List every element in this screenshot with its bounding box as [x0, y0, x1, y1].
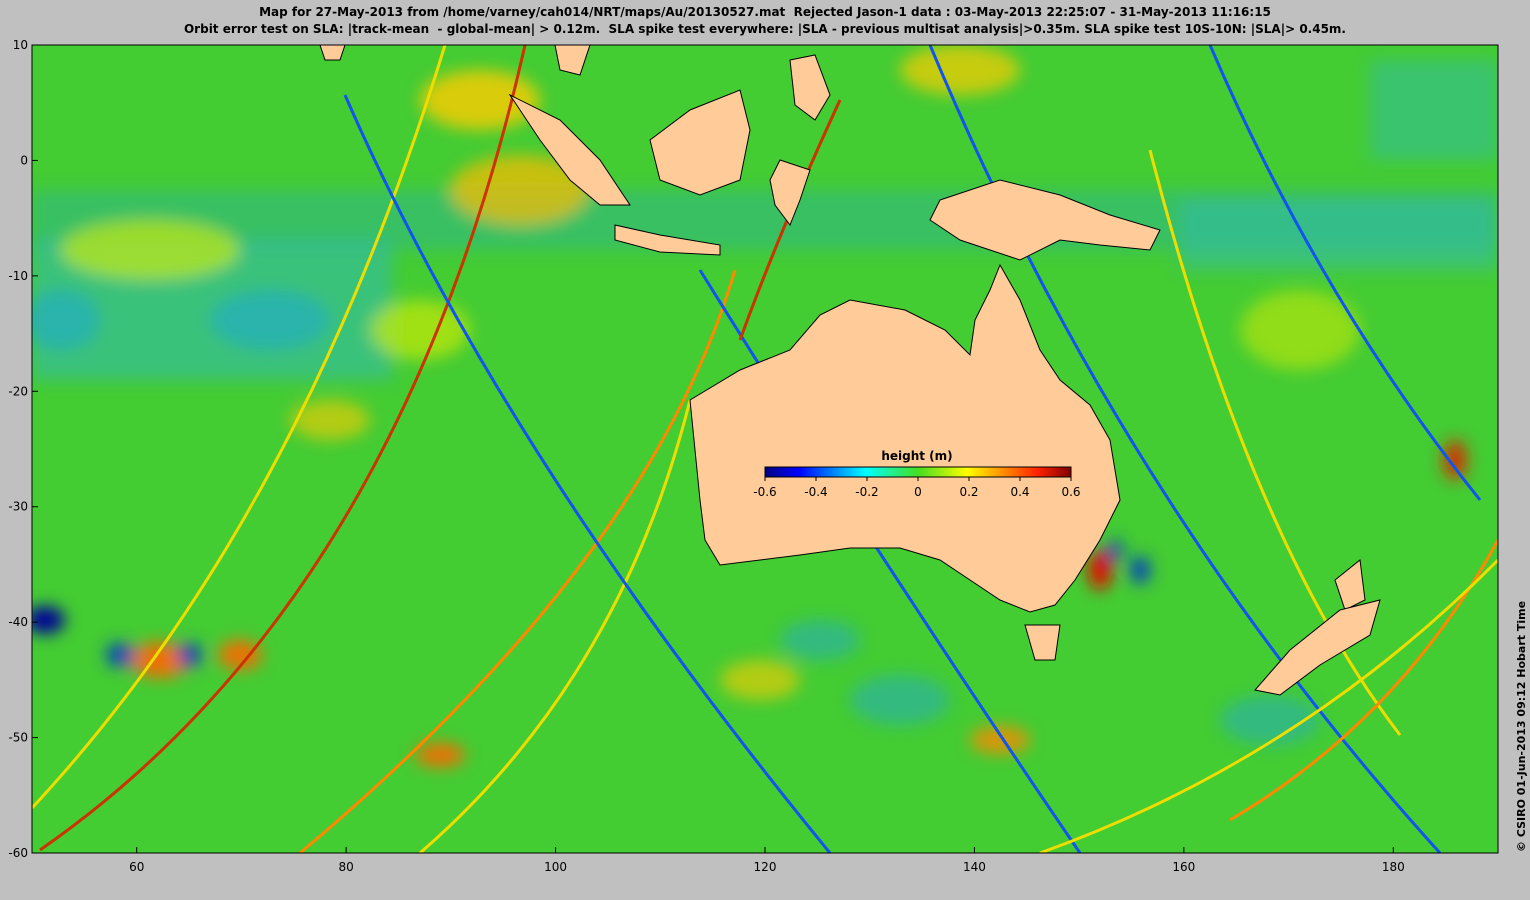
colorbar-title: height (m) — [881, 449, 952, 463]
colorbar-tick-label: -0.2 — [855, 485, 878, 499]
y-tick-label: 10 — [13, 38, 28, 52]
credit-text: © CSIRO 01-Jun-2013 09:12 Hobart Time — [1515, 600, 1528, 852]
x-tick-label: 180 — [1382, 860, 1405, 874]
colorbar-tick-label: 0.6 — [1061, 485, 1080, 499]
colorbar-tick-label: -0.6 — [753, 485, 776, 499]
x-tick-label: 120 — [754, 860, 777, 874]
y-tick-label: -50 — [8, 731, 28, 745]
colorbar-tick-label: 0.4 — [1010, 485, 1029, 499]
y-tick-label: -60 — [8, 846, 28, 860]
x-tick-label: 160 — [1172, 860, 1195, 874]
y-tick-label: -10 — [8, 269, 28, 283]
x-tick-label: 80 — [339, 860, 354, 874]
y-tick-label: -20 — [8, 384, 28, 398]
sla-field — [32, 45, 1498, 853]
colorbar-gradient — [764, 466, 1072, 478]
y-tick-label: 0 — [20, 153, 28, 167]
colorbar-tick-label: 0 — [914, 485, 922, 499]
colorbar-tick-label: -0.4 — [804, 485, 827, 499]
y-tick-label: -30 — [8, 500, 28, 514]
sri-lanka — [319, 45, 346, 61]
x-tick-label: 60 — [129, 860, 144, 874]
colorbar-tick-label: 0.2 — [959, 485, 978, 499]
sla-map: 60 80 100 120 140 160 180 100-10-20-30-40-50-6… — [8, 38, 1499, 874]
x-tick-label: 100 — [544, 860, 567, 874]
y-tick-label: -40 — [8, 615, 28, 629]
x-tick-label: 140 — [963, 860, 986, 874]
